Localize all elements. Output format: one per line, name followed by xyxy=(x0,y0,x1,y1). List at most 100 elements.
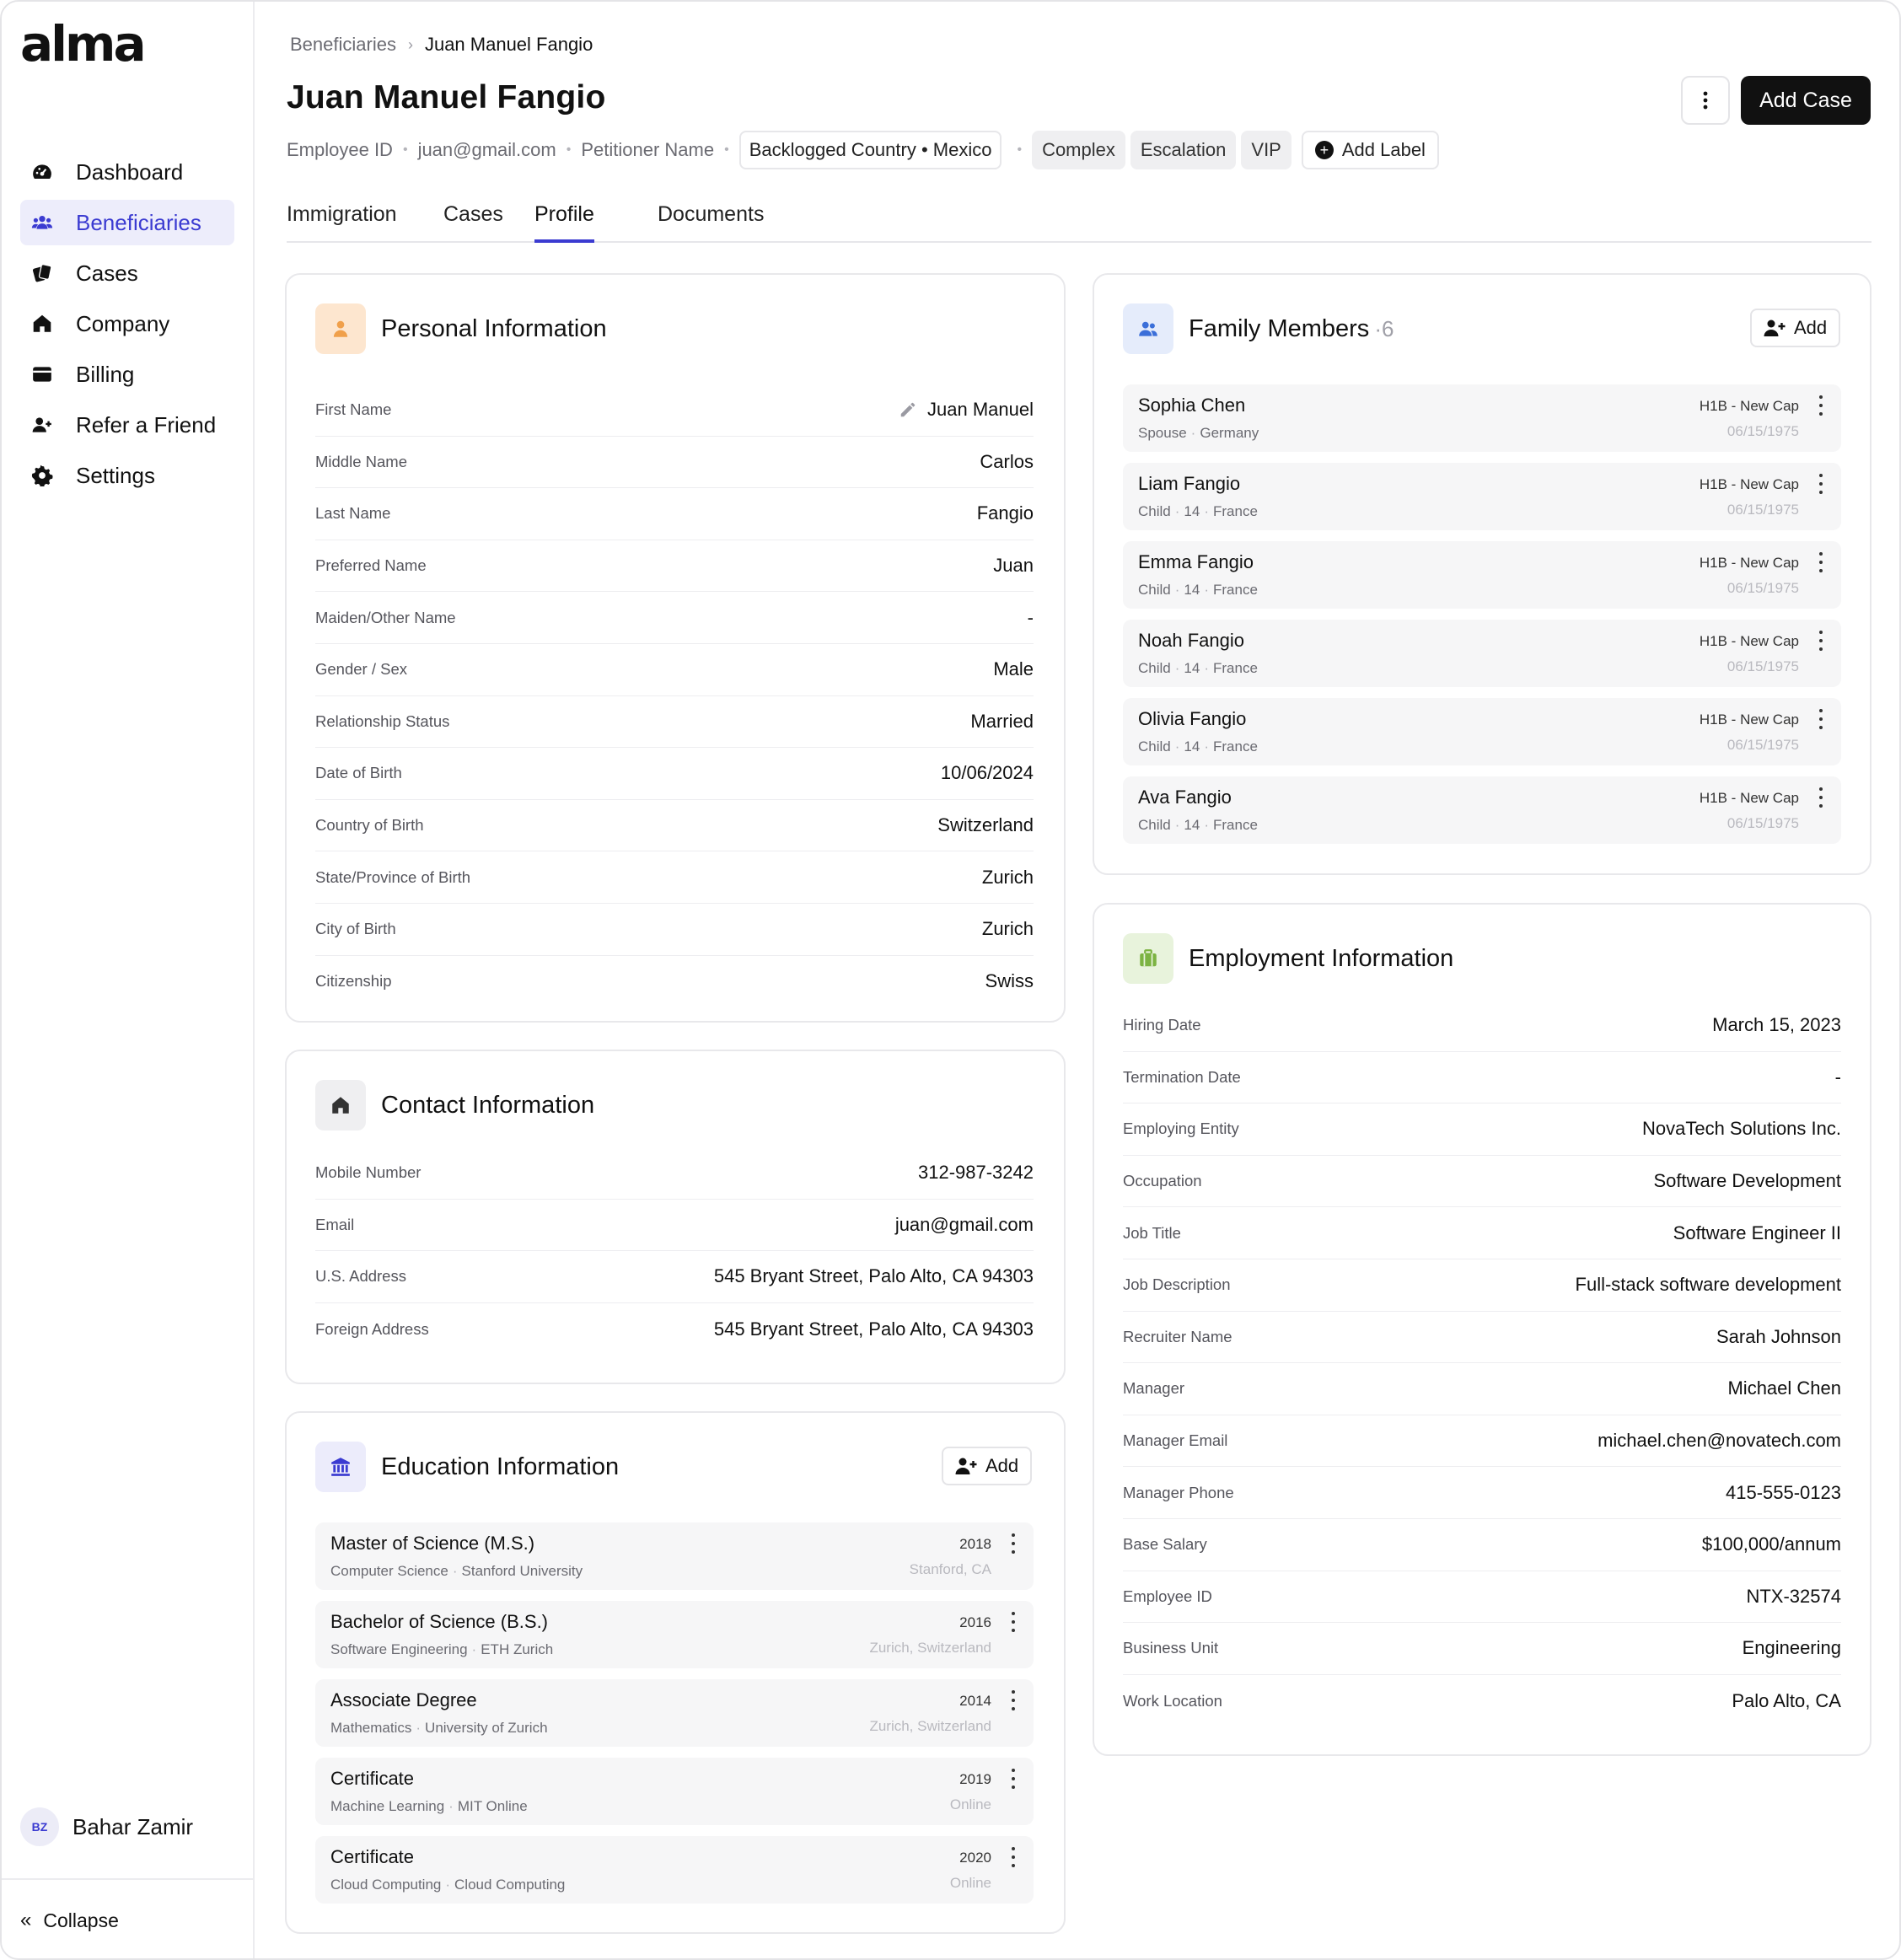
family-member-item[interactable]: Sophia Chen Spouse · Germany H1B - New Cap… xyxy=(1123,384,1841,452)
alma-logo[interactable]: alma xyxy=(20,15,147,72)
more-vertical-icon[interactable] xyxy=(1812,706,1829,732)
field-date-of-birth[interactable]: Date of Birth 10/06/2024 xyxy=(315,748,1034,800)
collapse-button[interactable]: « Collapse xyxy=(20,1909,119,1932)
add-family-member-button[interactable]: Add xyxy=(1750,309,1841,347)
more-vertical-icon[interactable] xyxy=(1005,1845,1022,1870)
add-case-button[interactable]: Add Case xyxy=(1741,76,1871,125)
field-last-name[interactable]: Last Name Fangio xyxy=(315,488,1034,540)
add-label-button[interactable]: + Add Label xyxy=(1301,131,1439,169)
family-member-item[interactable]: Liam Fangio Child · 14 · France H1B - New Ca… xyxy=(1123,463,1841,530)
pencil-icon[interactable] xyxy=(899,400,917,419)
sidebar-item-settings[interactable]: Settings xyxy=(20,453,234,498)
education-item[interactable]: Master of Science (M.S.) Computer Scienc… xyxy=(315,1522,1034,1590)
more-vertical-icon[interactable] xyxy=(1005,1531,1022,1556)
field-manager[interactable]: Manager Michael Chen xyxy=(1123,1363,1841,1415)
family-member-item[interactable]: Noah Fangio Child · 14 · France H1B - New Ca… xyxy=(1123,620,1841,687)
field-citizenship[interactable]: Citizenship Swiss xyxy=(315,956,1034,1008)
more-vertical-icon[interactable] xyxy=(1812,471,1829,497)
breadcrumb-parent-link[interactable]: Beneficiaries xyxy=(290,34,396,56)
field-us-address[interactable]: U.S. Address 545 Bryant Street, Palo Alto… xyxy=(315,1251,1034,1303)
main-content: Beneficiaries › Juan Manuel Fangio Juan … xyxy=(255,2,1899,1958)
member-country: France xyxy=(1213,660,1258,676)
more-vertical-icon[interactable] xyxy=(1005,1688,1022,1713)
field-occupation[interactable]: Occupation Software Development xyxy=(1123,1156,1841,1208)
field-label: Job Description xyxy=(1123,1275,1231,1294)
field-business-unit[interactable]: Business Unit Engineering xyxy=(1123,1623,1841,1675)
field-employing-entity[interactable]: Employing Entity NovaTech Solutions Inc. xyxy=(1123,1104,1841,1156)
field-foreign-address[interactable]: Foreign Address 545 Bryant Street, Palo A… xyxy=(315,1303,1034,1356)
education-item[interactable]: Certificate Cloud Computing · Cloud Comput… xyxy=(315,1836,1034,1904)
more-vertical-icon[interactable] xyxy=(1005,1609,1022,1635)
field-of-study: Software Engineering xyxy=(330,1641,468,1657)
tab-profile[interactable]: Profile xyxy=(534,202,594,243)
field-relationship-status[interactable]: Relationship Status Married xyxy=(315,696,1034,749)
tab-cases[interactable]: Cases xyxy=(443,202,503,243)
field-state-of-birth[interactable]: State/Province of Birth Zurich xyxy=(315,851,1034,904)
field-gender[interactable]: Gender / Sex Male xyxy=(315,644,1034,696)
field-hiring-date[interactable]: Hiring Date March 15, 2023 xyxy=(1123,1000,1841,1052)
field-preferred-name[interactable]: Preferred Name Juan xyxy=(315,540,1034,593)
field-label: Email xyxy=(315,1215,355,1233)
backlogged-country-chip[interactable]: Backlogged Country • Mexico xyxy=(738,131,1002,169)
field-value: NovaTech Solutions Inc. xyxy=(1641,1118,1841,1140)
more-vertical-icon[interactable] xyxy=(1812,550,1829,575)
more-vertical-icon[interactable] xyxy=(1812,785,1829,810)
field-label: Manager Email xyxy=(1123,1431,1228,1450)
contact-fields: Mobile Number 312-987-3242 Email juan@gmai… xyxy=(315,1147,1034,1355)
field-mobile-number[interactable]: Mobile Number 312-987-3242 xyxy=(315,1147,1034,1200)
field-recruiter-name[interactable]: Recruiter Name Sarah Johnson xyxy=(1123,1312,1841,1364)
field-base-salary[interactable]: Base Salary $100,000/annum xyxy=(1123,1519,1841,1571)
user-profile[interactable]: BZ Bahar Zamir xyxy=(20,1807,193,1846)
education-item[interactable]: Associate Degree Mathematics · University … xyxy=(315,1679,1034,1747)
field-manager-email[interactable]: Manager Email michael.chen@novatech.com xyxy=(1123,1415,1841,1468)
field-value: Michael Chen xyxy=(1727,1377,1841,1399)
field-label: Business Unit xyxy=(1123,1639,1219,1657)
dashboard-icon xyxy=(30,160,54,184)
label-chip-vip[interactable]: VIP xyxy=(1241,131,1291,169)
field-label: Job Title xyxy=(1123,1223,1181,1242)
member-visa: H1B - New Cap xyxy=(1699,712,1799,728)
more-options-button[interactable] xyxy=(1681,76,1730,125)
member-country: France xyxy=(1213,503,1258,519)
field-manager-phone[interactable]: Manager Phone 415-555-0123 xyxy=(1123,1467,1841,1519)
employment-information-card: Employment Information Hiring Date March … xyxy=(1093,903,1871,1756)
home-icon xyxy=(30,312,54,336)
sidebar-item-refer-a-friend[interactable]: Refer a Friend xyxy=(20,402,234,448)
tab-immigration[interactable]: Immigration xyxy=(287,202,397,243)
sidebar-item-company[interactable]: Company xyxy=(20,301,234,346)
field-email[interactable]: Email juan@gmail.com xyxy=(315,1200,1034,1252)
sidebar-item-label: Settings xyxy=(76,462,155,488)
sidebar-item-dashboard[interactable]: Dashboard xyxy=(20,149,234,195)
more-vertical-icon[interactable] xyxy=(1812,628,1829,653)
field-employee-id[interactable]: Employee ID NTX-32574 xyxy=(1123,1571,1841,1624)
add-education-button[interactable]: Add xyxy=(942,1447,1033,1485)
family-member-item[interactable]: Ava Fangio Child · 14 · France H1B - New Cap… xyxy=(1123,776,1841,844)
field-maiden-name[interactable]: Maiden/Other Name - xyxy=(315,592,1034,644)
sidebar-item-billing[interactable]: Billing xyxy=(20,352,234,397)
member-date: 06/15/1975 xyxy=(1726,815,1799,831)
field-country-of-birth[interactable]: Country of Birth Switzerland xyxy=(315,800,1034,852)
field-job-title[interactable]: Job Title Software Engineer II xyxy=(1123,1207,1841,1259)
field-label: U.S. Address xyxy=(315,1267,406,1286)
field-middle-name[interactable]: Middle Name Carlos xyxy=(315,437,1034,489)
education-item[interactable]: Bachelor of Science (B.S.) Software Engi… xyxy=(315,1601,1034,1668)
family-member-item[interactable]: Emma Fangio Child · 14 · France H1B - New Ca… xyxy=(1123,541,1841,609)
degree-title: Certificate xyxy=(330,1846,415,1867)
sidebar-item-label: Company xyxy=(76,310,170,336)
education-item[interactable]: Certificate Machine Learning · MIT Online … xyxy=(315,1758,1034,1825)
more-vertical-icon[interactable] xyxy=(1812,393,1829,418)
member-age: 14 xyxy=(1184,738,1200,754)
more-vertical-icon[interactable] xyxy=(1005,1766,1022,1791)
label-chip-complex[interactable]: Complex xyxy=(1032,131,1125,169)
field-work-location[interactable]: Work Location Palo Alto, CA xyxy=(1123,1675,1841,1727)
field-job-description[interactable]: Job Description Full-stack software devel… xyxy=(1123,1259,1841,1312)
sidebar-item-cases[interactable]: Cases xyxy=(20,250,234,296)
field-first-name[interactable]: First Name Juan Manuel xyxy=(315,384,1034,437)
field-city-of-birth[interactable]: City of Birth Zurich xyxy=(315,904,1034,956)
field-termination-date[interactable]: Termination Date - xyxy=(1123,1052,1841,1104)
sidebar-item-beneficiaries[interactable]: Beneficiaries xyxy=(20,200,234,245)
label-chip-escalation[interactable]: Escalation xyxy=(1130,131,1237,169)
tab-documents[interactable]: Documents xyxy=(658,202,764,243)
family-member-item[interactable]: Olivia Fangio Child · 14 · France H1B - New … xyxy=(1123,698,1841,765)
school-name: Stanford University xyxy=(461,1563,583,1579)
